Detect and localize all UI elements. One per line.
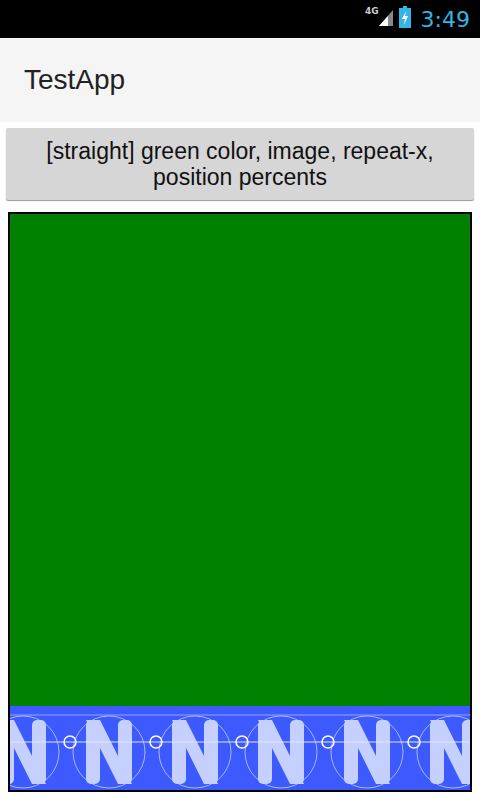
network-label: 4G <box>365 6 379 16</box>
signal-icon <box>379 8 393 30</box>
test-button[interactable]: [straight] green color, image, repeat-x,… <box>6 128 474 200</box>
status-bar: 4G 3:49 <box>0 0 480 38</box>
green-background <box>10 214 470 706</box>
clock: 3:49 <box>421 7 470 32</box>
page-content: [straight] green color, image, repeat-x,… <box>0 122 480 800</box>
repeat-x-image-strip <box>10 706 470 790</box>
app-title: TestApp <box>24 64 125 96</box>
battery-charging-icon <box>399 6 411 32</box>
action-bar: TestApp <box>0 38 480 122</box>
background-test-panel <box>8 212 472 792</box>
